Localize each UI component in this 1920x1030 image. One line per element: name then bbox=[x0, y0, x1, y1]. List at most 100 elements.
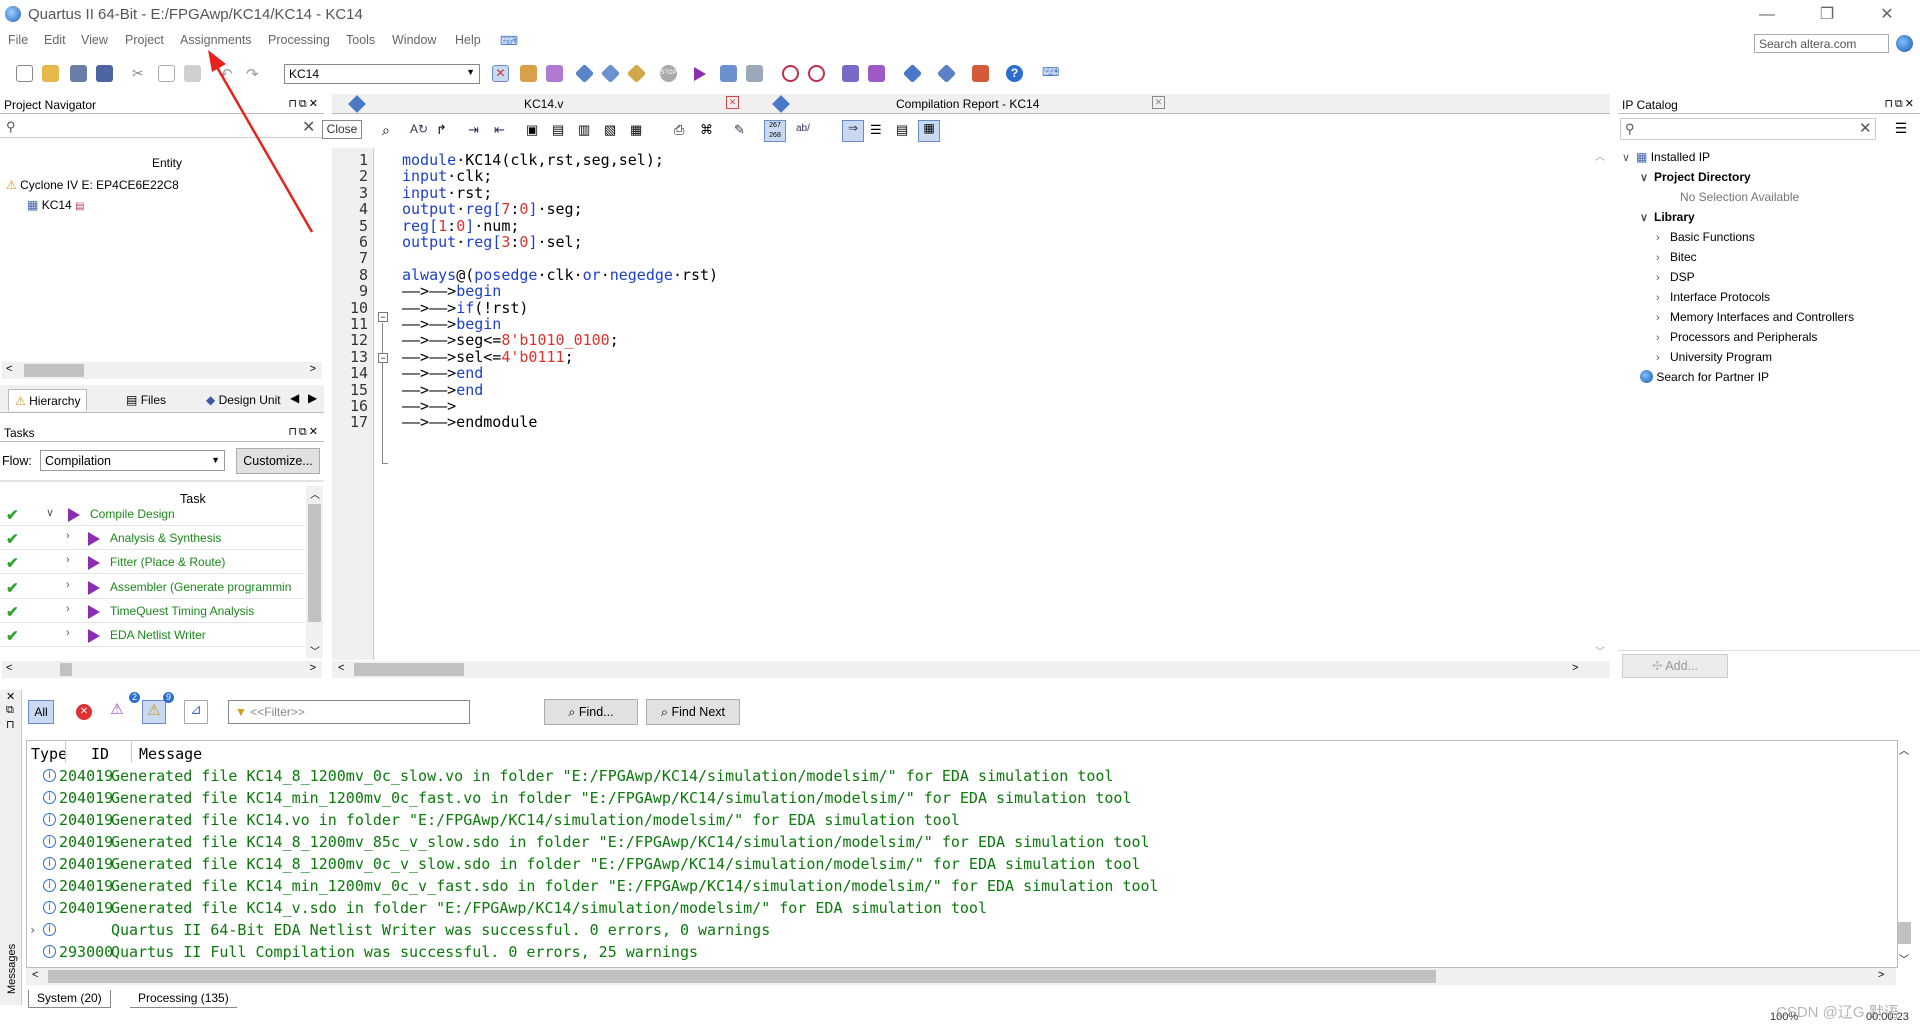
chevron-right-icon[interactable]: › bbox=[66, 627, 70, 639]
attach-icon[interactable]: ⎙ bbox=[674, 122, 684, 138]
ip-search-input[interactable]: ⚲ ✕ bbox=[1620, 118, 1876, 140]
search-input[interactable]: Search altera.com bbox=[1754, 34, 1889, 53]
close-window-button[interactable]: ✕ bbox=[1864, 2, 1910, 28]
task-row[interactable]: ✔ › Fitter (Place & Route) bbox=[0, 550, 305, 575]
chip-editor-icon[interactable] bbox=[902, 63, 923, 84]
chevron-right-icon[interactable]: › bbox=[66, 579, 70, 591]
top-entity-item[interactable]: ▦ KC14 ▤ bbox=[27, 198, 85, 212]
messages-hscroll-thumb[interactable] bbox=[48, 970, 1436, 983]
device-item[interactable]: ⚠ Cyclone IV E: EP4CE6E22C8 bbox=[6, 178, 179, 192]
start-compilation-icon[interactable] bbox=[694, 67, 706, 81]
ip-library-item[interactable]: › Interface Protocols bbox=[1656, 290, 1770, 304]
scroll-up-icon[interactable]: ︿ bbox=[1595, 148, 1605, 163]
tab-scroll-right-icon[interactable]: ▶ bbox=[308, 391, 317, 405]
scroll-left-icon[interactable]: < bbox=[32, 969, 38, 981]
open-folder-icon[interactable] bbox=[42, 65, 59, 82]
view-toggle-icon[interactable]: ▦ bbox=[918, 120, 940, 142]
word-wrap-icon[interactable]: ab/ bbox=[796, 123, 810, 134]
installed-ip-node[interactable]: ∨ ▦ Installed IP bbox=[1622, 150, 1710, 164]
warning-filter-icon[interactable]: ⚠ bbox=[142, 700, 166, 724]
ip-library-item[interactable]: › DSP bbox=[1656, 270, 1695, 284]
tab-compilation-report[interactable]: Compilation Report - KC14 bbox=[896, 97, 1039, 111]
copy-icon[interactable] bbox=[158, 65, 175, 82]
ip-library-item[interactable]: › Bitec bbox=[1656, 250, 1697, 264]
find-button[interactable]: ⌕ Find... bbox=[544, 699, 638, 725]
line-numbers-toggle-icon[interactable]: 267 268 bbox=[764, 120, 786, 142]
filter-all-button[interactable]: All bbox=[28, 700, 54, 724]
find-next-button[interactable]: ⌕ Find Next bbox=[646, 699, 740, 725]
scroll-right-icon[interactable]: > bbox=[1878, 969, 1884, 981]
tasks-vscrollbar[interactable]: ︿ ﹀ bbox=[306, 486, 323, 658]
scroll-right-icon[interactable]: > bbox=[1572, 662, 1578, 674]
pin-icon[interactable]: ⊓ bbox=[6, 718, 15, 731]
pin-planner-icon[interactable]: ✕ bbox=[492, 65, 509, 82]
navigator-hscrollbar[interactable]: < > bbox=[2, 362, 322, 379]
clear-bookmarks-icon[interactable]: ▧ bbox=[604, 122, 616, 138]
unindent-icon[interactable]: ⇤ bbox=[494, 122, 505, 138]
close-tab-icon[interactable]: ✕ bbox=[726, 96, 739, 109]
library-node[interactable]: ∨ Library bbox=[1640, 210, 1695, 224]
menu-file[interactable]: File bbox=[8, 33, 28, 47]
ip-library-item[interactable]: › Processors and Peripherals bbox=[1656, 330, 1817, 344]
start-task-icon[interactable] bbox=[68, 508, 80, 522]
table-icon[interactable]: ▤ bbox=[896, 122, 908, 138]
editor-vscrollbar[interactable]: ︿ ﹀ bbox=[1592, 148, 1609, 658]
netlist-viewer-icon[interactable] bbox=[868, 65, 885, 82]
find-replace-icon[interactable]: A↻ bbox=[410, 122, 428, 136]
start-task-icon[interactable] bbox=[88, 556, 100, 571]
project-directory-node[interactable]: ∨ Project Directory bbox=[1640, 170, 1751, 184]
new-file-icon[interactable] bbox=[16, 65, 33, 82]
programmer-icon[interactable] bbox=[936, 63, 957, 84]
start-task-icon[interactable] bbox=[88, 629, 100, 643]
clear-search-icon[interactable]: ✕ bbox=[1859, 119, 1872, 137]
list-icon[interactable]: ☰ bbox=[870, 122, 882, 138]
critical-warning-filter-icon[interactable]: ⚠ bbox=[106, 700, 128, 724]
code-editor[interactable]: module·KC14(clk,rst,seg,sel); input·clk; i… bbox=[394, 148, 1590, 660]
edit-icon[interactable]: ✎ bbox=[734, 122, 745, 138]
analysis-synthesis-icon[interactable] bbox=[600, 63, 621, 84]
rtl-viewer-icon[interactable] bbox=[842, 65, 859, 82]
error-filter-icon[interactable]: ✕ bbox=[76, 704, 92, 720]
tab-files[interactable]: ▤ Files bbox=[120, 389, 172, 411]
task-row[interactable]: ✔ ∨ Compile Design bbox=[0, 502, 305, 526]
tasks-hscrollbar[interactable]: < > bbox=[2, 661, 322, 678]
close-icon[interactable]: ✕ bbox=[6, 690, 15, 703]
fold-toggle-icon[interactable]: − bbox=[378, 312, 388, 322]
next-bookmark-icon[interactable]: ▤ bbox=[552, 122, 564, 138]
ip-library-item[interactable]: › Memory Interfaces and Controllers bbox=[1656, 310, 1854, 324]
scroll-left-icon[interactable]: < bbox=[6, 662, 12, 674]
save-all-icon[interactable] bbox=[96, 65, 113, 82]
navigator-scroll-thumb[interactable] bbox=[24, 364, 84, 377]
customize-button[interactable]: Customize... bbox=[236, 448, 320, 474]
tasks-hscroll-thumb[interactable] bbox=[60, 663, 72, 676]
task-row[interactable]: ✔ › Analysis & Synthesis bbox=[0, 526, 305, 551]
chevron-right-icon[interactable]: › bbox=[29, 919, 36, 941]
start-task-icon[interactable] bbox=[88, 580, 100, 595]
code-line[interactable]: output·reg[3:0]·sel; bbox=[402, 232, 583, 252]
add-ip-button[interactable]: ✣ Add... bbox=[1622, 654, 1728, 678]
menu-window[interactable]: Window bbox=[392, 33, 436, 47]
arrow-right-icon[interactable]: ⇒ bbox=[842, 120, 864, 142]
editor-scroll-thumb[interactable] bbox=[354, 663, 464, 676]
insert-template-icon[interactable]: ▦ bbox=[630, 122, 642, 138]
scroll-up-icon[interactable]: ︿ bbox=[310, 486, 320, 501]
tab-hierarchy[interactable]: ⚠ Hierarchy bbox=[8, 389, 88, 411]
start-task-icon[interactable] bbox=[88, 532, 100, 547]
scroll-down-icon[interactable]: ﹀ bbox=[1595, 643, 1605, 658]
binoculars-icon[interactable]: ⌕ bbox=[382, 122, 390, 139]
help-icon[interactable]: ? bbox=[1006, 65, 1023, 82]
float-icon[interactable]: ⧉ bbox=[6, 704, 14, 717]
close-tab-icon[interactable]: ✕ bbox=[1152, 96, 1165, 109]
panel-pin-float-close-icons[interactable]: ⊓⧉✕ bbox=[288, 425, 320, 439]
ip-library-item[interactable]: › University Program bbox=[1656, 350, 1772, 364]
menu-tools[interactable]: Tools bbox=[346, 33, 375, 47]
scroll-down-icon[interactable]: ﹀ bbox=[1899, 951, 1909, 966]
menu-help[interactable]: Help bbox=[455, 33, 481, 47]
tasks-scroll-thumb[interactable] bbox=[308, 504, 321, 622]
message-filter-input[interactable]: ▼ <<Filter>> bbox=[228, 700, 470, 724]
stop-icon[interactable]: STOP bbox=[660, 65, 677, 82]
cut-icon[interactable]: ✂ bbox=[132, 65, 149, 82]
scroll-down-icon[interactable]: ﹀ bbox=[310, 643, 320, 658]
messages-vscrollbar[interactable]: ︿ ﹀ bbox=[1896, 742, 1913, 966]
ip-menu-icon[interactable]: ☰ bbox=[1890, 120, 1912, 140]
